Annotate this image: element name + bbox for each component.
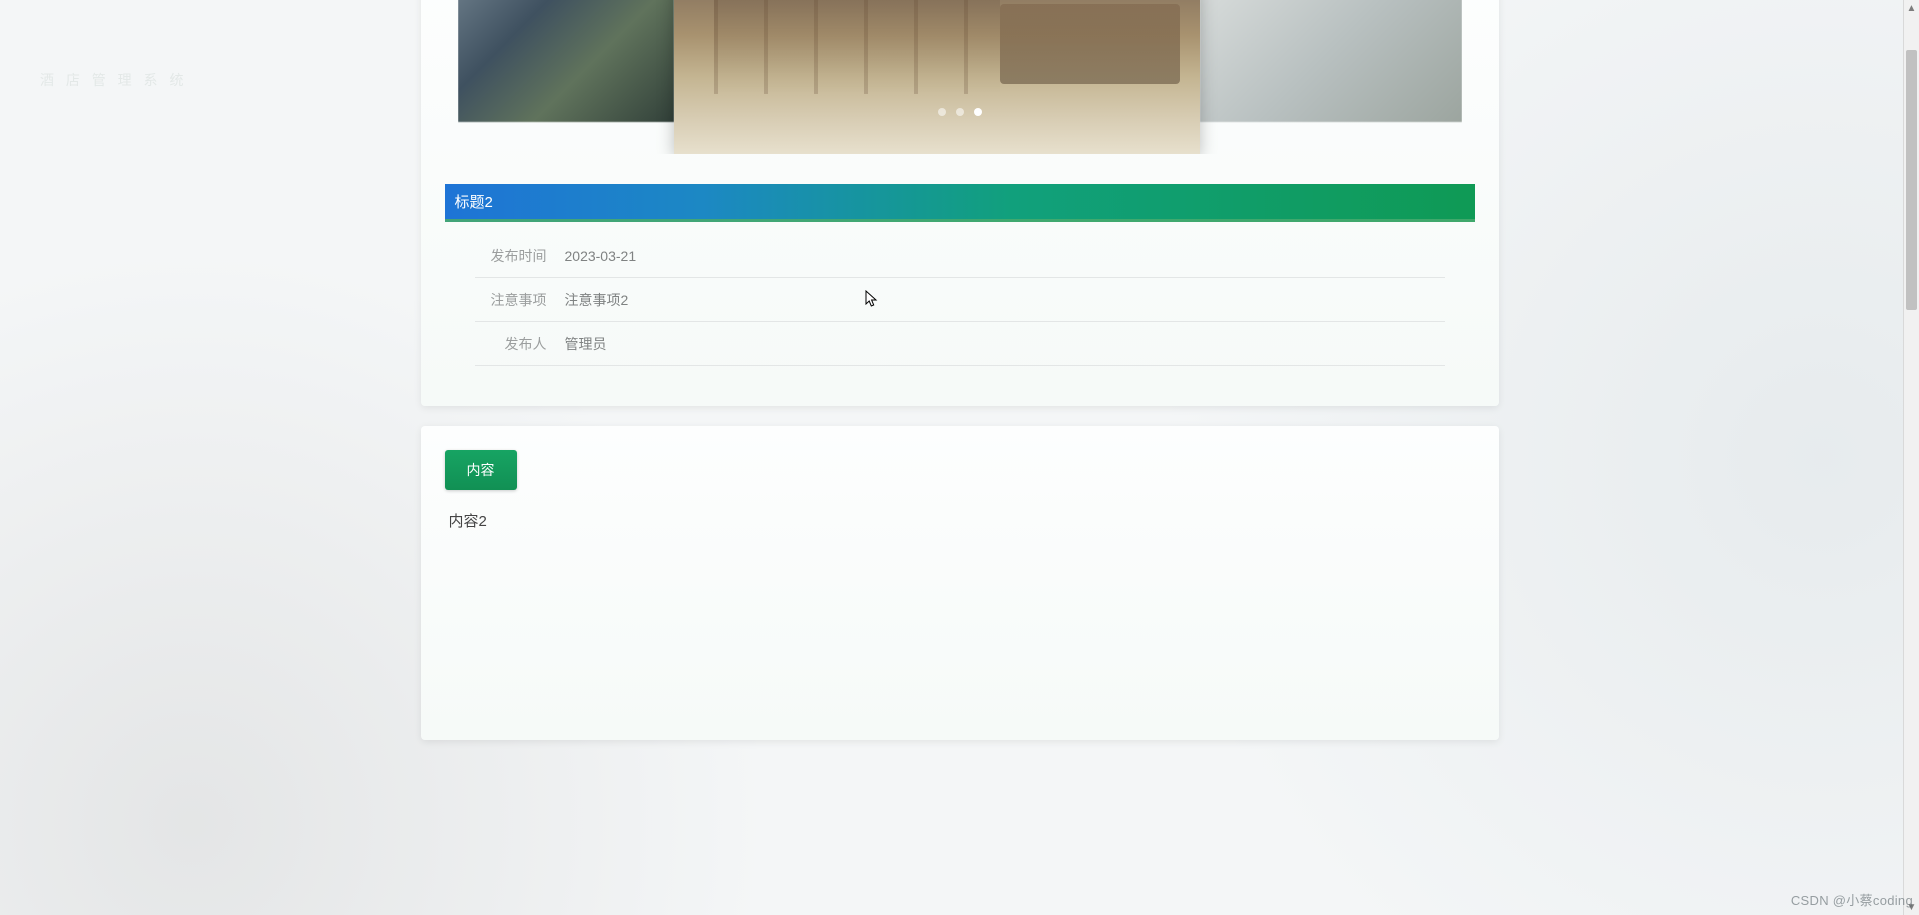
carousel-slide-next[interactable] bbox=[1200, 0, 1462, 122]
info-row-notes: 注意事项 注意事项2 bbox=[475, 278, 1445, 322]
info-list: 发布时间 2023-03-21 注意事项 注意事项2 发布人 管理员 bbox=[475, 234, 1445, 366]
info-label: 发布时间 bbox=[475, 246, 565, 266]
scrollbar-thumb[interactable] bbox=[1906, 50, 1917, 310]
carousel-dot-3[interactable] bbox=[974, 108, 982, 116]
content-card: 内容 内容2 bbox=[421, 426, 1499, 740]
carousel-slide-prev[interactable] bbox=[458, 0, 674, 122]
section-title-text: 标题2 bbox=[455, 194, 493, 211]
content-tab-label: 内容 bbox=[467, 462, 495, 478]
info-label: 注意事项 bbox=[475, 290, 565, 310]
background-watermark: 酒 店 管 理 系 统 bbox=[40, 70, 187, 90]
page-container: 标题2 发布时间 2023-03-21 注意事项 注意事项2 发布人 管理员 bbox=[421, 0, 1499, 740]
csdn-watermark: CSDN @小蔡coding bbox=[1791, 890, 1913, 909]
scrollbar-up-button[interactable]: ▲ bbox=[1904, 0, 1919, 16]
content-card-inner: 内容 内容2 bbox=[421, 426, 1499, 571]
info-row-publish-time: 发布时间 2023-03-21 bbox=[475, 234, 1445, 278]
carousel-dot-2[interactable] bbox=[956, 108, 964, 116]
carousel-dot-1[interactable] bbox=[938, 108, 946, 116]
image-carousel[interactable] bbox=[458, 0, 1462, 154]
carousel-dots bbox=[938, 108, 982, 116]
info-card: 标题2 发布时间 2023-03-21 注意事项 注意事项2 发布人 管理员 bbox=[421, 0, 1499, 406]
content-tab[interactable]: 内容 bbox=[445, 450, 517, 490]
info-value: 注意事项2 bbox=[565, 290, 1445, 310]
section-title-bar: 标题2 bbox=[445, 184, 1475, 222]
vertical-scrollbar[interactable]: ▲ ▼ bbox=[1903, 0, 1919, 915]
info-value: 管理员 bbox=[565, 334, 1445, 354]
content-body: 内容2 bbox=[449, 510, 1475, 531]
info-label: 发布人 bbox=[475, 334, 565, 354]
info-card-inner: 标题2 发布时间 2023-03-21 注意事项 注意事项2 发布人 管理员 bbox=[421, 0, 1499, 406]
carousel-slide-current[interactable] bbox=[674, 0, 1200, 154]
info-row-publisher: 发布人 管理员 bbox=[475, 322, 1445, 366]
info-value: 2023-03-21 bbox=[565, 248, 1445, 264]
